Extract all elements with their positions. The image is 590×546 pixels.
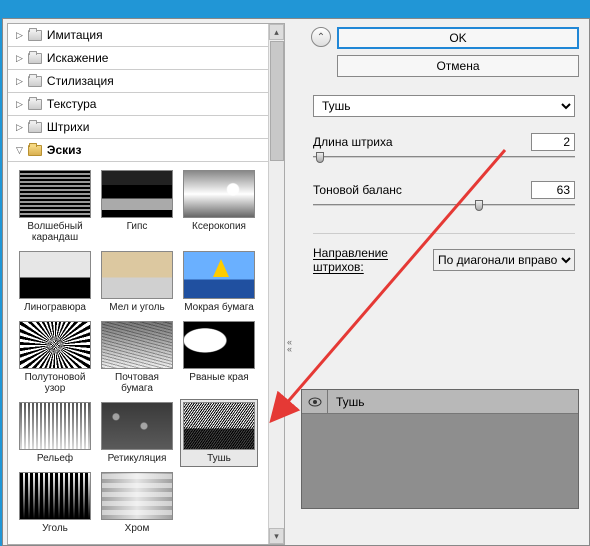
filter-thumb[interactable]: Ретикуляция (98, 399, 176, 467)
slider-handle[interactable] (316, 152, 324, 163)
filter-thumb[interactable]: Хром (98, 469, 176, 537)
filter-thumb[interactable]: Мел и уголь (98, 248, 176, 316)
tree-label: Текстура (47, 97, 97, 111)
filter-thumb[interactable]: Волшебный карандаш (16, 167, 94, 246)
filter-thumb[interactable]: Уголь (16, 469, 94, 537)
folder-icon (28, 76, 42, 87)
tonal-balance-label: Тоновой баланс (313, 183, 402, 197)
scroll-thumb[interactable] (270, 41, 284, 161)
scrollbar[interactable]: ▴ ▾ (268, 24, 284, 544)
filter-thumb[interactable]: Почтовая бумага (98, 318, 176, 397)
filter-thumb[interactable]: Полутоновой узор (16, 318, 94, 397)
filter-thumb[interactable]: Ксерокопия (180, 167, 258, 246)
filter-thumb[interactable]: Рельеф (16, 399, 94, 467)
direction-label: Направление штрихов: (313, 246, 427, 274)
filter-tree-panel: ▷ Имитация ▷ Искажение ▷ Стилизация ▷ Те… (7, 23, 285, 545)
folder-open-icon (28, 145, 42, 156)
effect-layer-name: Тушь (328, 395, 365, 409)
visibility-toggle[interactable] (302, 390, 328, 413)
chevron-right-icon: ▷ (16, 76, 23, 87)
tonal-balance-input[interactable] (531, 181, 575, 199)
stroke-length-slider[interactable] (313, 153, 575, 165)
stroke-length-label: Длина штриха (313, 135, 393, 149)
expand-toggle-button[interactable]: ⌃ (311, 27, 331, 47)
filter-thumb[interactable]: Гипс (98, 167, 176, 246)
filter-thumb[interactable]: Рваные края (180, 318, 258, 397)
stroke-length-input[interactable] (531, 133, 575, 151)
tree-label: Эскиз (47, 143, 82, 157)
filter-thumb[interactable]: Линогравюра (16, 248, 94, 316)
chevron-right-icon: ▷ (16, 99, 23, 110)
tree-group-distort[interactable]: ▷ Искажение (8, 47, 284, 70)
direction-select[interactable]: По диагонали вправо (433, 249, 575, 271)
tree-group-strokes[interactable]: ▷ Штрихи (8, 116, 284, 139)
tree-label: Имитация (47, 28, 103, 42)
parameters-panel: ⌃ OK Отмена Тушь Длина штриха Тоновой ба… (299, 19, 589, 545)
splitter[interactable]: «« (285, 19, 299, 545)
filter-thumb[interactable]: Мокрая бумага (180, 248, 258, 316)
chevron-right-icon: ▷ (16, 30, 23, 41)
tree-group-imitation[interactable]: ▷ Имитация (8, 24, 284, 47)
tree-label: Искажение (47, 51, 109, 65)
tree-group-stylize[interactable]: ▷ Стилизация (8, 70, 284, 93)
tree-group-sketch[interactable]: ▽ Эскиз (8, 139, 284, 162)
filter-select[interactable]: Тушь (313, 95, 575, 117)
splitter-chevrons-icon: «« (287, 339, 292, 353)
tonal-balance-slider[interactable] (313, 201, 575, 213)
effect-layer-row[interactable]: Тушь (302, 390, 578, 414)
effect-layers-panel: Тушь (301, 389, 579, 509)
chevron-down-icon: ▽ (16, 145, 23, 156)
folder-icon (28, 99, 42, 110)
thumbnail-grid: Волшебный карандаш Гипс Ксерокопия Линог… (8, 162, 284, 544)
slider-handle[interactable] (475, 200, 483, 211)
filter-thumb-selected[interactable]: Тушь (180, 399, 258, 467)
folder-icon (28, 30, 42, 41)
tree-label: Штрихи (47, 120, 90, 134)
chevron-right-icon: ▷ (16, 122, 23, 133)
chevron-right-icon: ▷ (16, 53, 23, 64)
eye-icon (308, 397, 322, 407)
folder-icon (28, 122, 42, 133)
folder-icon (28, 53, 42, 64)
tree-label: Стилизация (47, 74, 114, 88)
ok-button[interactable]: OK (337, 27, 579, 49)
scroll-down-icon[interactable]: ▾ (269, 528, 284, 544)
cancel-button[interactable]: Отмена (337, 55, 579, 77)
scroll-up-icon[interactable]: ▴ (269, 24, 284, 40)
tree-group-texture[interactable]: ▷ Текстура (8, 93, 284, 116)
